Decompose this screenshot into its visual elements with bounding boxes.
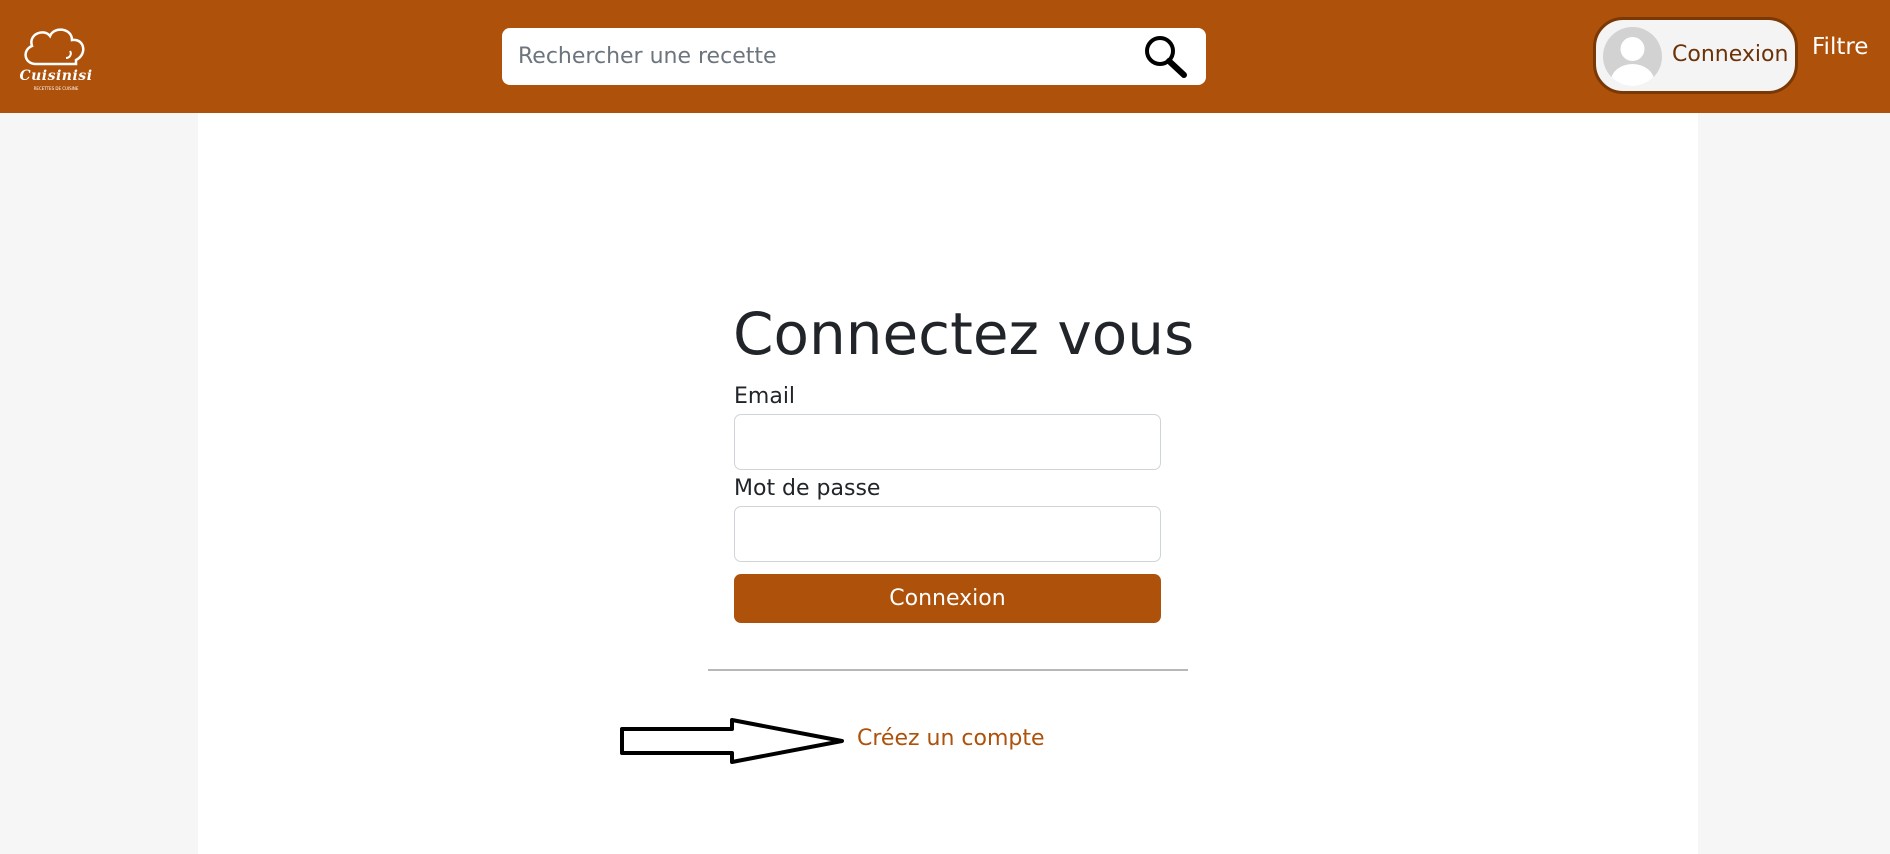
chef-hat-icon xyxy=(24,28,85,66)
user-avatar-icon xyxy=(1610,37,1655,86)
search-input[interactable] xyxy=(518,28,1118,85)
page-title: Connectez vous xyxy=(733,300,1195,368)
login-submit-button[interactable]: Connexion xyxy=(734,574,1161,623)
logo-tagline: RECETTES DE CUISINE xyxy=(33,86,79,91)
avatar xyxy=(1603,27,1662,86)
create-account-link[interactable]: Créez un compte xyxy=(857,726,1045,751)
top-navbar: Cuisinisi RECETTES DE CUISINE Connexion … xyxy=(0,0,1890,113)
filter-link[interactable]: Filtre xyxy=(1812,34,1868,60)
search-icon xyxy=(1145,36,1187,78)
login-account-button[interactable]: Connexion xyxy=(1593,17,1798,94)
search-box xyxy=(502,28,1206,85)
email-field[interactable] xyxy=(734,414,1161,470)
logo-name: Cuisinisi xyxy=(19,68,93,84)
site-logo[interactable]: Cuisinisi RECETTES DE CUISINE xyxy=(18,24,94,94)
password-field[interactable] xyxy=(734,506,1161,562)
password-label: Mot de passe xyxy=(734,476,881,501)
arrow-right-icon xyxy=(620,718,844,764)
email-label: Email xyxy=(734,384,796,409)
form-divider xyxy=(708,669,1188,671)
search-button[interactable] xyxy=(1142,34,1190,80)
login-account-label: Connexion xyxy=(1672,42,1789,67)
